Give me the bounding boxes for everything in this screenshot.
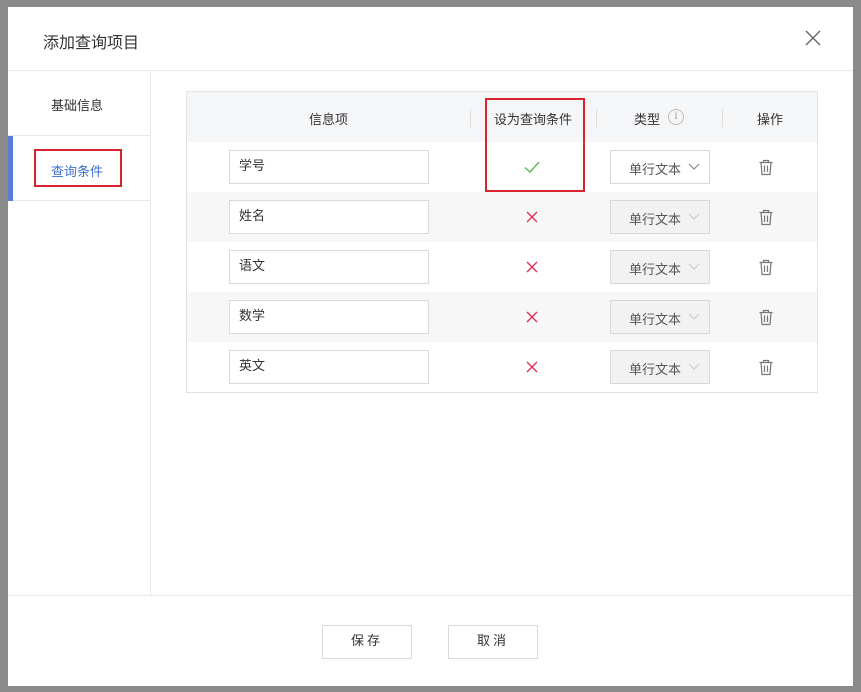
- sidebar-item-basic-info[interactable]: 基础信息: [8, 71, 150, 136]
- trash-icon[interactable]: [758, 359, 774, 376]
- dialog-header: 添加查询项目: [8, 7, 853, 71]
- column-divider: [470, 109, 471, 127]
- check-icon[interactable]: [523, 158, 541, 176]
- chevron-down-icon: [688, 163, 700, 170]
- table-row: 姓名 单行文本: [187, 192, 817, 242]
- sidebar-item-label: 查询条件: [51, 165, 104, 180]
- item-name-input[interactable]: 数学: [229, 300, 429, 334]
- query-items-table: 信息项 设为查询条件 类型 i 操作 学号 单行文本 姓名 单行文本 语文 单行…: [186, 91, 818, 393]
- type-select-value: 单行文本: [629, 263, 682, 278]
- column-header-type: 类型: [634, 113, 661, 128]
- cross-icon[interactable]: [523, 258, 541, 276]
- column-divider: [596, 109, 597, 127]
- item-name-input[interactable]: 英文: [229, 350, 429, 384]
- save-button[interactable]: 保存: [322, 625, 412, 659]
- table-row: 英文 单行文本: [187, 342, 817, 392]
- dialog-footer: 保存 取消: [8, 595, 853, 686]
- chevron-down-icon: [688, 313, 700, 320]
- table-row: 数学 单行文本: [187, 292, 817, 342]
- chevron-down-icon: [688, 363, 700, 370]
- item-name-input[interactable]: 语文: [229, 250, 429, 284]
- cross-icon[interactable]: [523, 208, 541, 226]
- type-select[interactable]: 单行文本: [610, 200, 710, 234]
- type-select-value: 单行文本: [629, 363, 682, 378]
- trash-icon[interactable]: [758, 309, 774, 326]
- trash-icon[interactable]: [758, 159, 774, 176]
- item-name-input[interactable]: 姓名: [229, 200, 429, 234]
- column-divider: [722, 109, 723, 127]
- table-header: 信息项 设为查询条件 类型 i 操作: [187, 92, 817, 142]
- type-select[interactable]: 单行文本: [610, 300, 710, 334]
- trash-icon[interactable]: [758, 209, 774, 226]
- chevron-down-icon: [688, 213, 700, 220]
- sidebar-item-query-conditions[interactable]: 查询条件: [8, 136, 150, 201]
- info-icon[interactable]: i: [668, 109, 684, 125]
- chevron-down-icon: [688, 263, 700, 270]
- sidebar-item-label: 基础信息: [51, 99, 104, 114]
- add-query-item-dialog: 添加查询项目 基础信息 查询条件 信息项 设为查询条件 类型 i 操作 学号 单…: [8, 7, 853, 686]
- type-select-value: 单行文本: [629, 213, 682, 228]
- column-header-is-query: 设为查询条件: [494, 113, 573, 128]
- table-row: 语文 单行文本: [187, 242, 817, 292]
- type-select-value: 单行文本: [629, 163, 682, 178]
- column-header-action: 操作: [757, 113, 784, 128]
- column-header-name: 信息项: [309, 113, 349, 128]
- type-select[interactable]: 单行文本: [610, 250, 710, 284]
- close-icon[interactable]: [804, 29, 822, 47]
- type-select[interactable]: 单行文本: [610, 150, 710, 184]
- trash-icon[interactable]: [758, 259, 774, 276]
- type-select[interactable]: 单行文本: [610, 350, 710, 384]
- dialog-title: 添加查询项目: [43, 33, 140, 52]
- cross-icon[interactable]: [523, 308, 541, 326]
- type-select-value: 单行文本: [629, 313, 682, 328]
- cancel-button[interactable]: 取消: [448, 625, 538, 659]
- table-row: 学号 单行文本: [187, 142, 817, 192]
- cross-icon[interactable]: [523, 358, 541, 376]
- sidebar: 基础信息 查询条件: [8, 71, 151, 595]
- item-name-input[interactable]: 学号: [229, 150, 429, 184]
